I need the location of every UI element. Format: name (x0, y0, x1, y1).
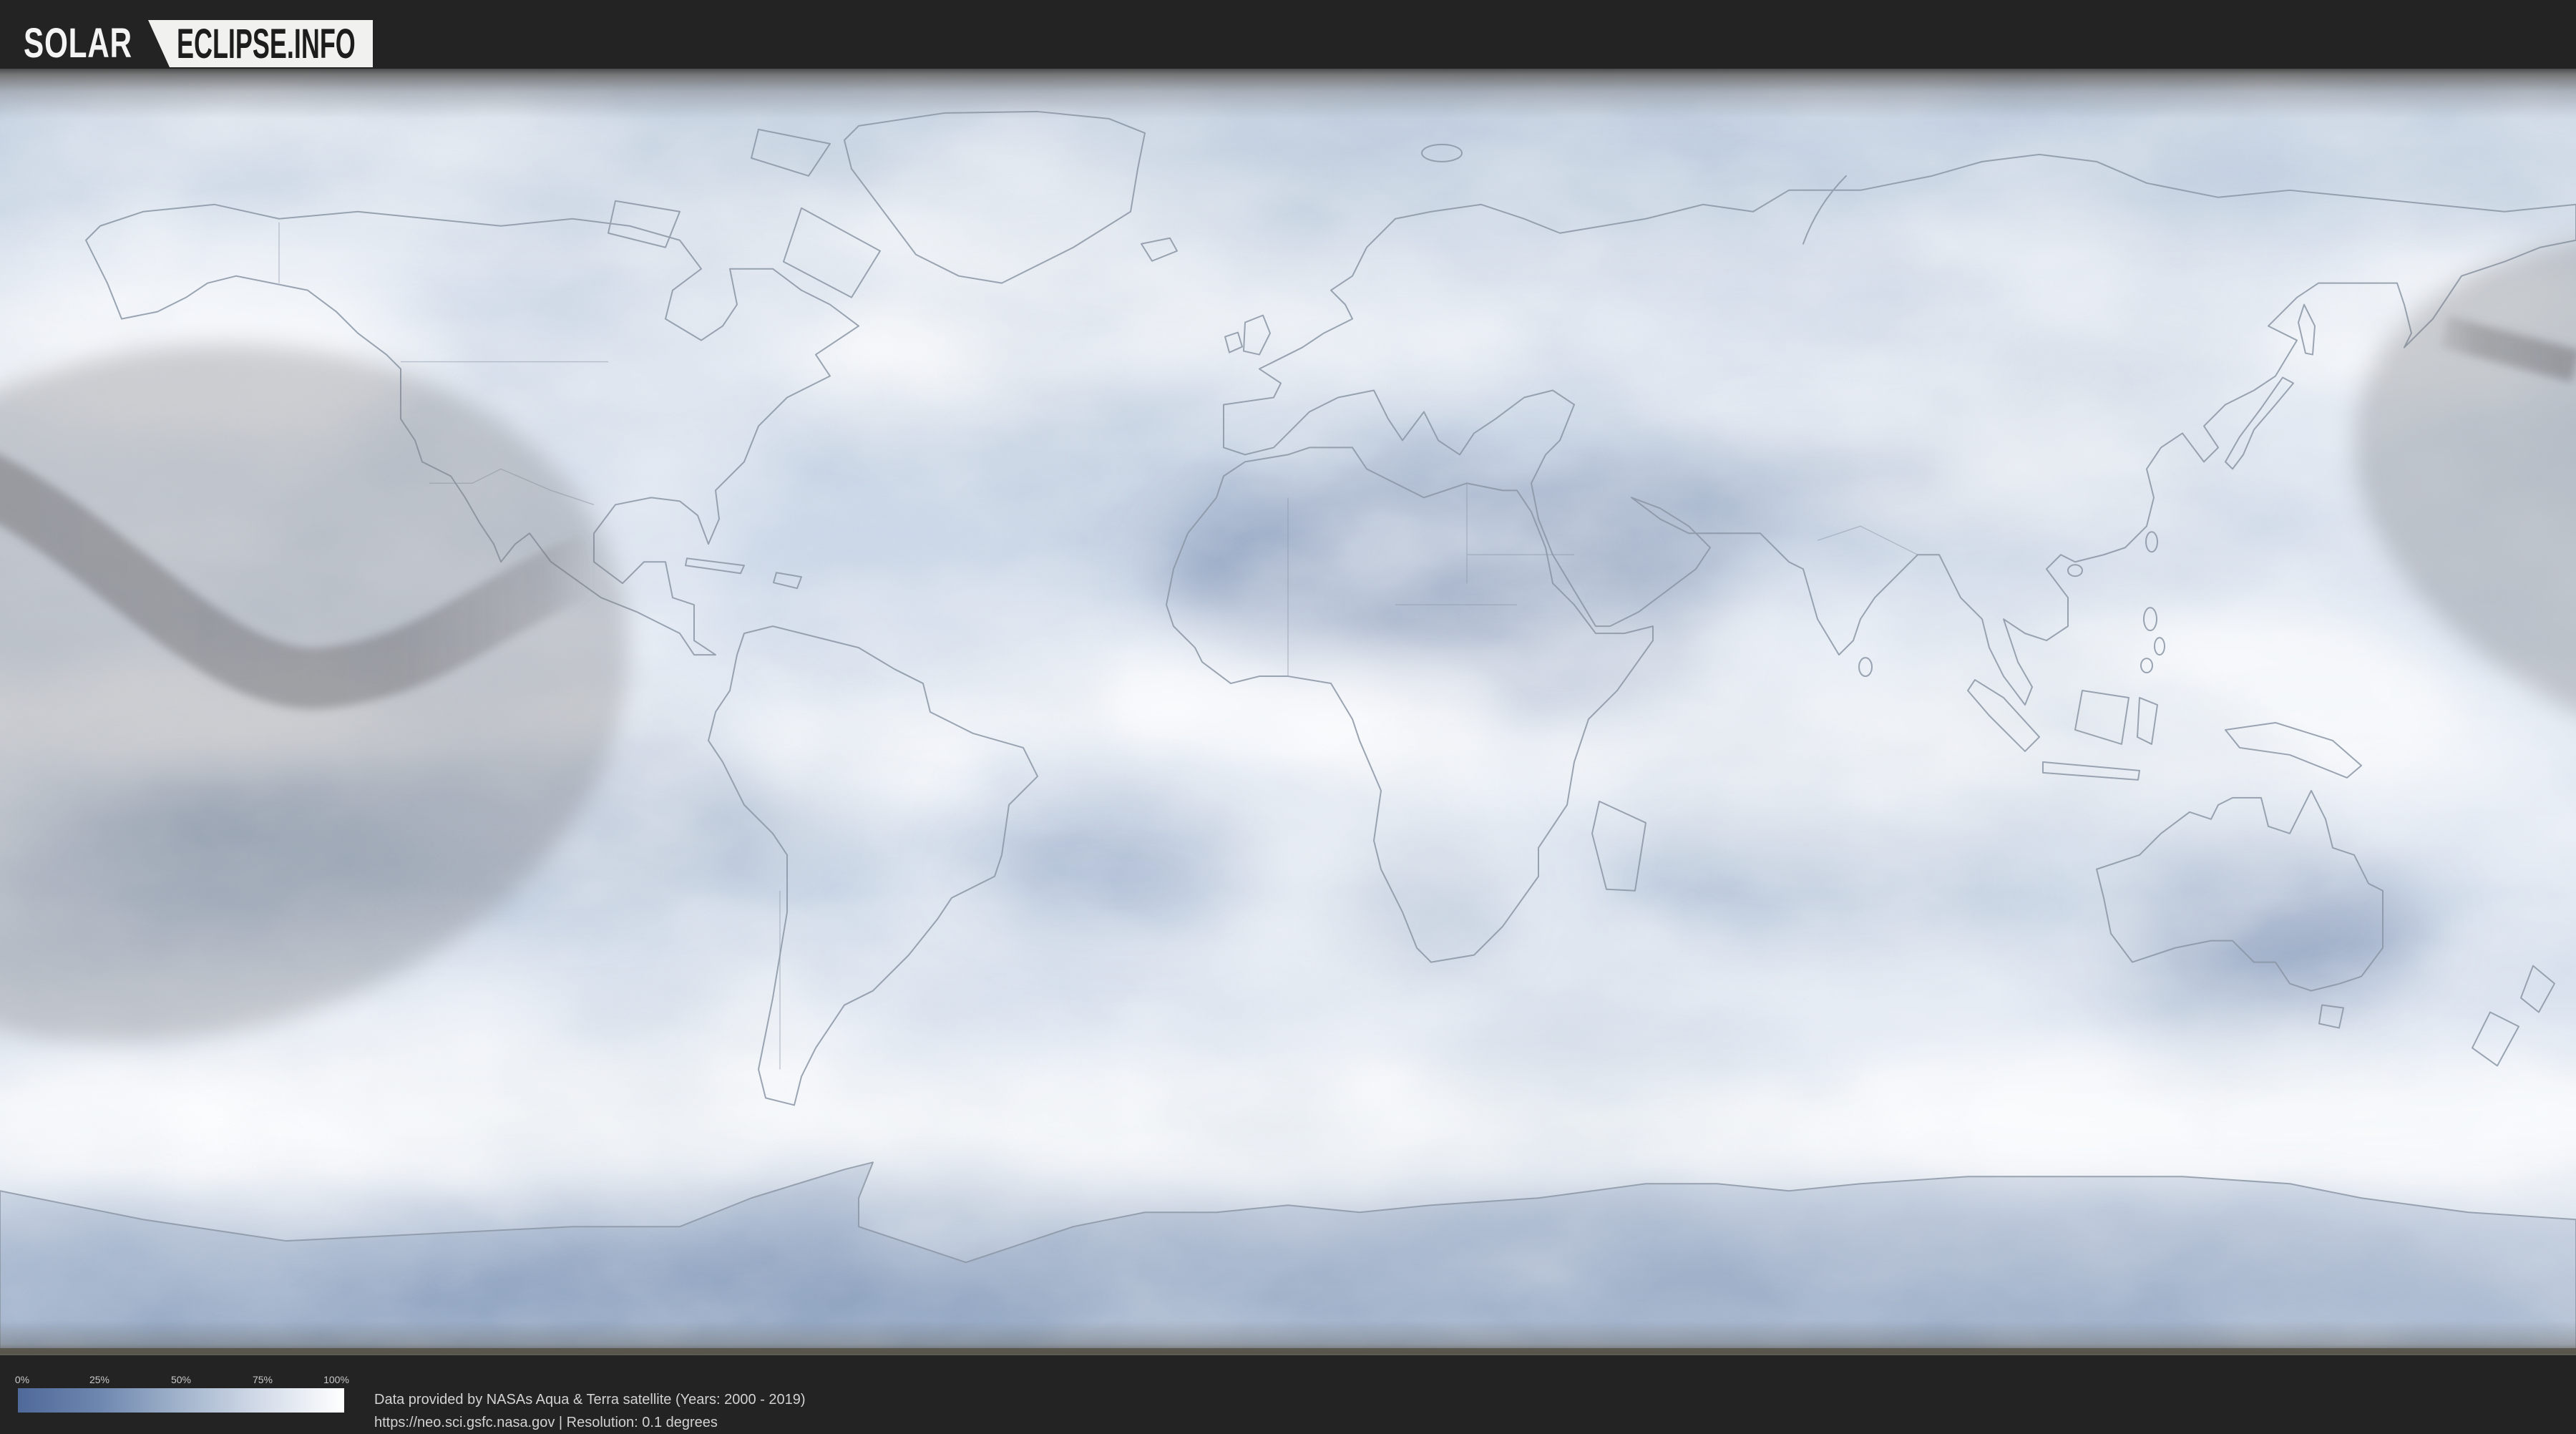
legend-tick-100: 100% (323, 1374, 349, 1385)
footer-bar: 0% 25% 50% 75% 100% Data provided by NAS… (0, 1355, 2576, 1431)
world-cloud-map-svg (0, 69, 2576, 1355)
credits-line-source: Data provided by NASAs Aqua & Terra sate… (374, 1392, 806, 1408)
legend-tick-50: 50% (170, 1374, 192, 1385)
cloud-coverage-map (0, 69, 2576, 1355)
logo-text-solar: SOLAR (24, 20, 132, 67)
cloud-coverage-legend: 0% 25% 50% 75% 100% (0, 1355, 358, 1431)
legend-tick-25: 25% (89, 1374, 110, 1385)
map-bottom-edge (0, 1348, 2576, 1355)
legend-tick-0: 0% (14, 1374, 30, 1385)
site-logo[interactable]: SOLAR ECLIPSE.INFO (24, 20, 373, 67)
logo-box: ECLIPSE.INFO (148, 20, 373, 67)
logo-text-eclipse-info: ECLIPSE.INFO (177, 20, 356, 67)
data-credits: Data provided by NASAs Aqua & Terra sate… (374, 1388, 806, 1434)
header-bar: SOLAR ECLIPSE.INFO (0, 0, 2576, 69)
credits-line-url: https://neo.sci.gsfc.nasa.gov | Resoluti… (374, 1415, 718, 1430)
legend-gradient-bar (18, 1388, 344, 1413)
legend-tick-75: 75% (252, 1374, 273, 1385)
map-top-edge (0, 69, 2576, 119)
